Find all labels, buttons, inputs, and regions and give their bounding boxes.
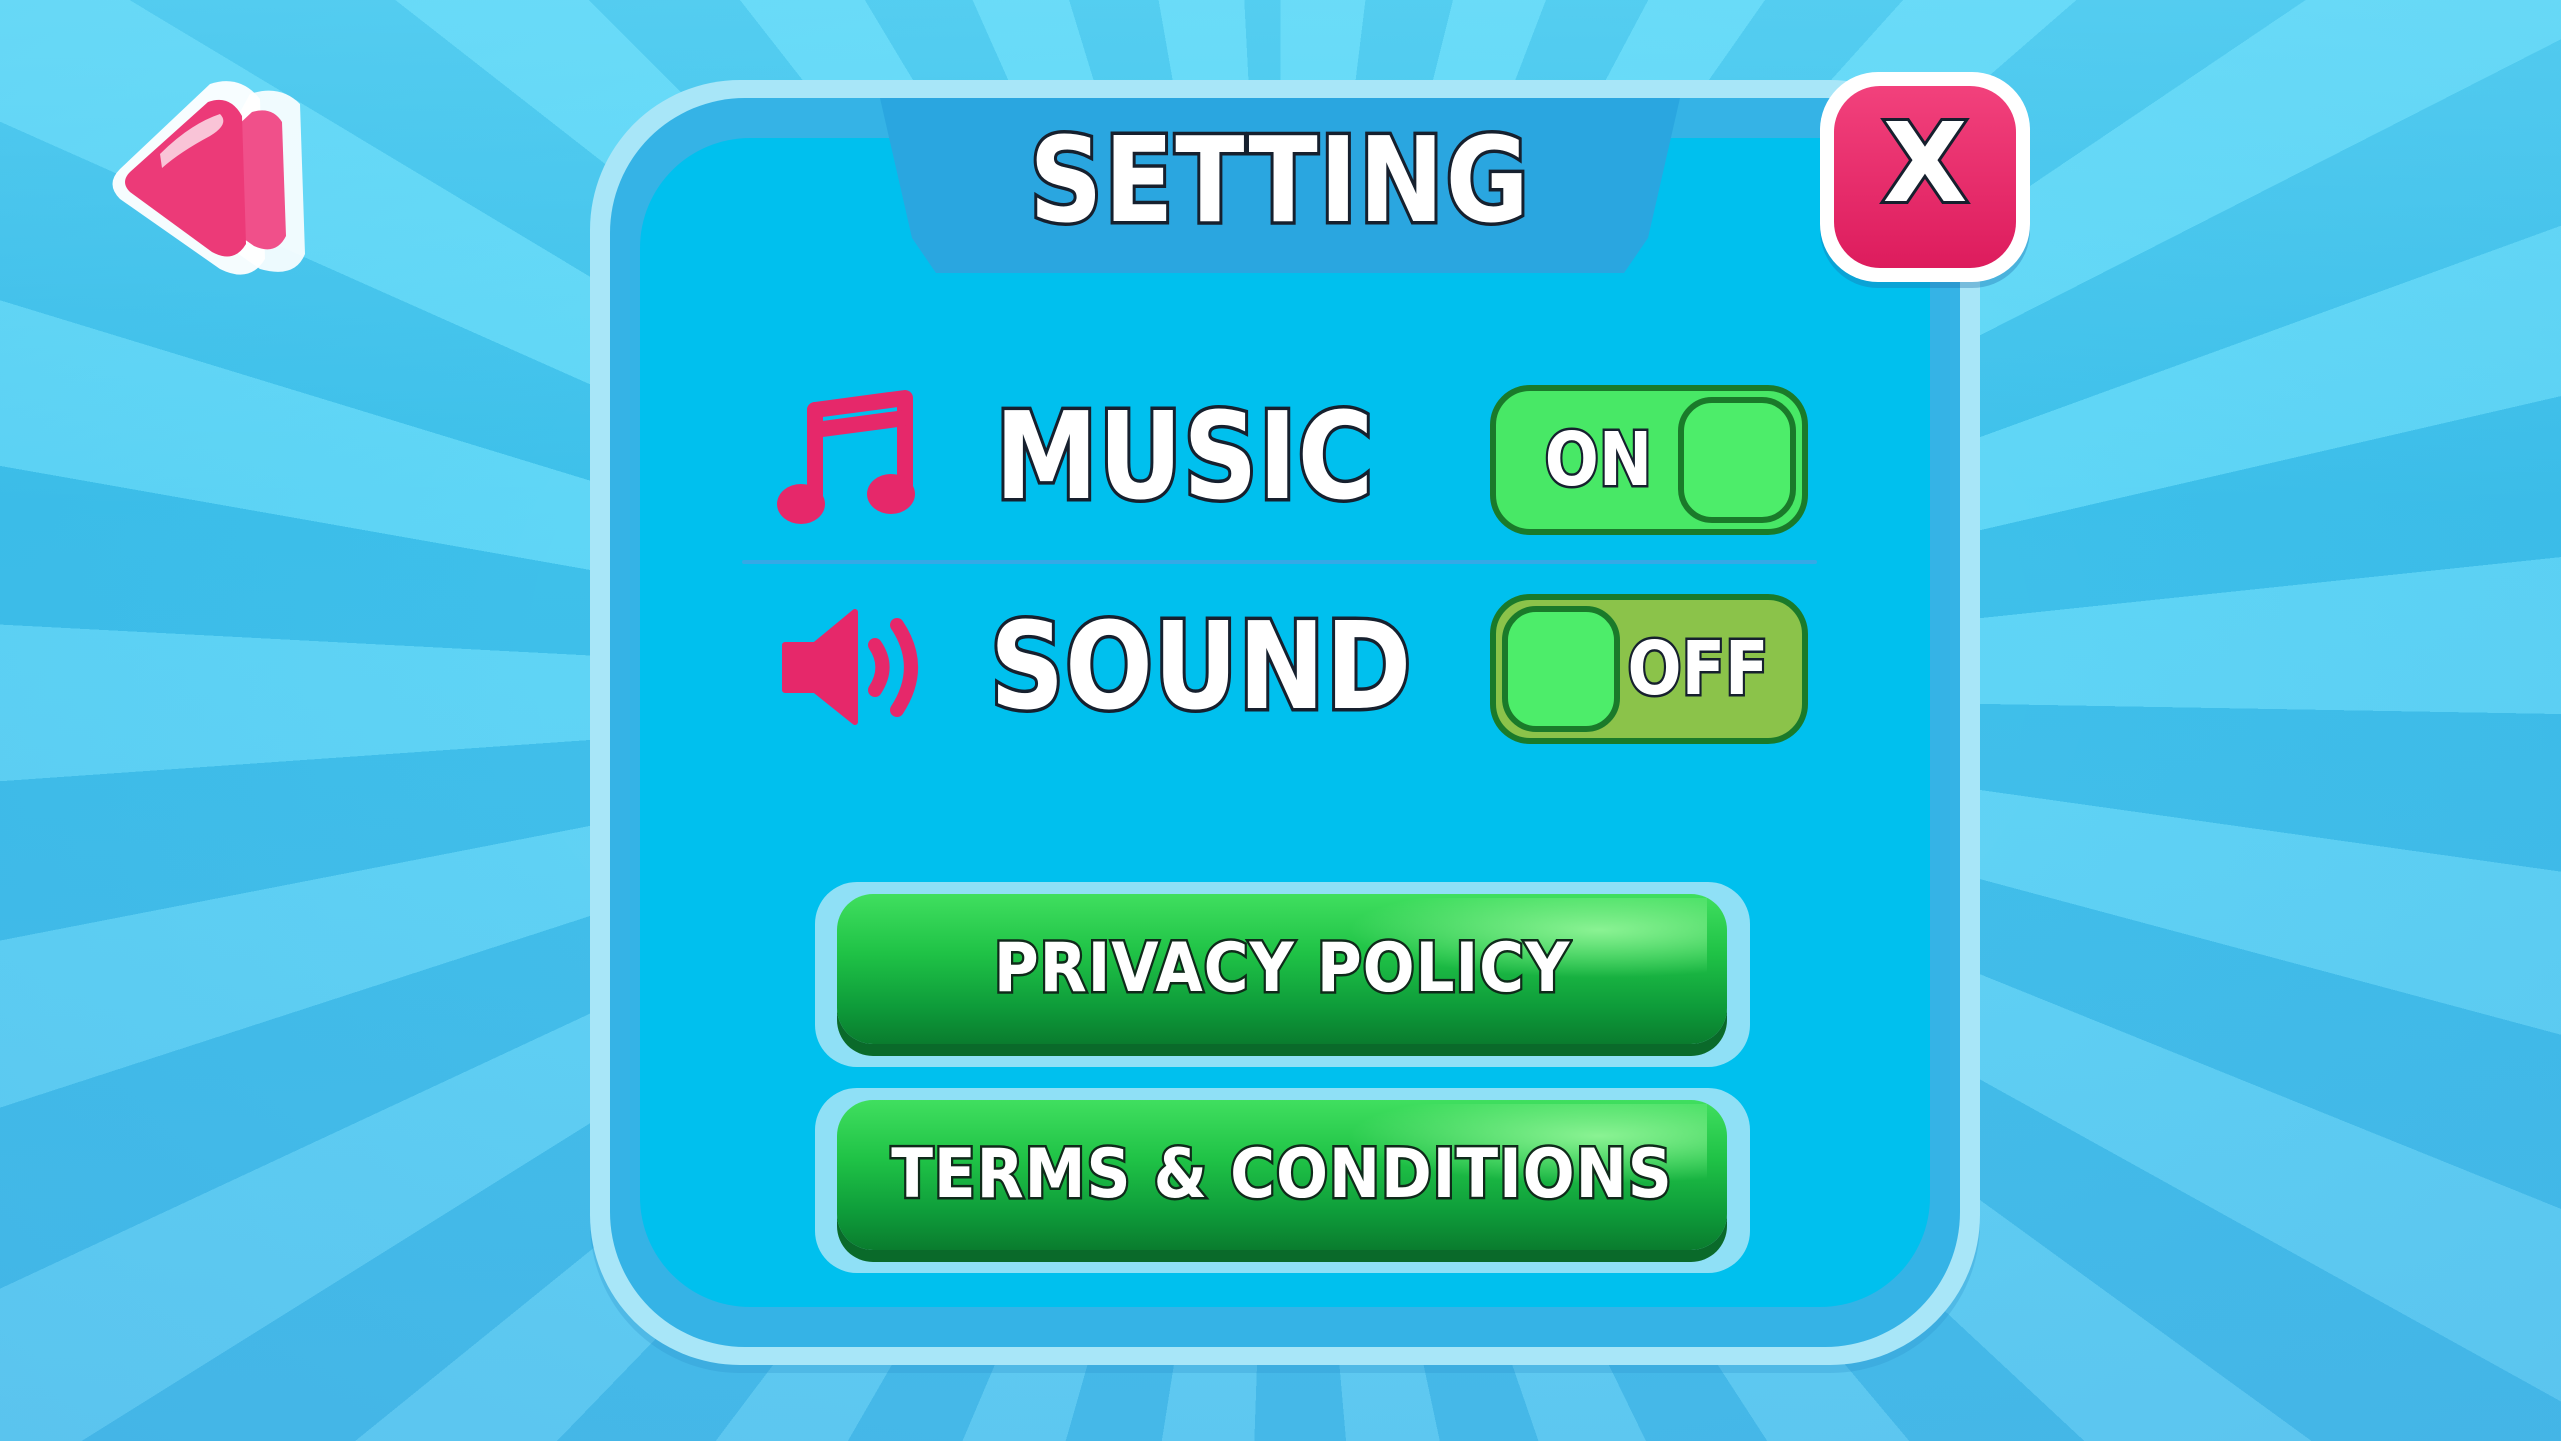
privacy-policy-button[interactable]: PRIVACY POLICY: [837, 894, 1727, 1044]
close-button[interactable]: X: [1820, 72, 2030, 282]
music-label: MUSIC: [992, 388, 1376, 527]
close-icon: X: [1880, 96, 1971, 230]
divider: [742, 560, 1817, 564]
privacy-button-frame: PRIVACY POLICY: [815, 882, 1750, 1067]
terms-conditions-label: TERMS & CONDITIONS: [889, 1133, 1674, 1217]
double-arrow-left-icon: [112, 81, 305, 275]
back-button[interactable]: [100, 64, 325, 294]
speaker-icon: [782, 609, 918, 725]
page-title: SETTING: [1026, 108, 1532, 253]
sound-label: SOUND: [987, 598, 1414, 737]
toggle-state-label: OFF: [1625, 624, 1770, 715]
sound-toggle[interactable]: OFF: [1490, 594, 1808, 744]
music-note-icon: [777, 390, 915, 524]
toggle-knob: [1502, 606, 1620, 732]
privacy-policy-label: PRIVACY POLICY: [992, 927, 1572, 1011]
terms-conditions-button[interactable]: TERMS & CONDITIONS: [837, 1100, 1727, 1250]
terms-button-frame: TERMS & CONDITIONS: [815, 1088, 1750, 1273]
toggle-state-label: ON: [1543, 415, 1655, 506]
toggle-knob: [1678, 397, 1796, 523]
music-toggle[interactable]: ON: [1490, 385, 1808, 535]
